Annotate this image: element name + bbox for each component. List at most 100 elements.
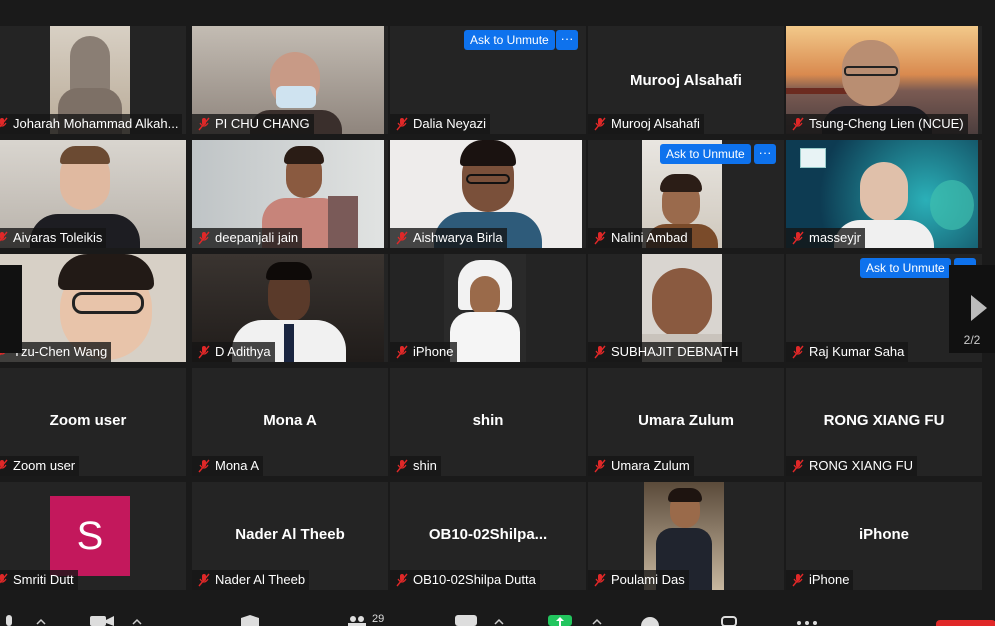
security-shield-icon[interactable] [240, 615, 260, 626]
participant-name: SUBHAJIT DEBNATH [611, 344, 739, 359]
muted-mic-icon [396, 345, 408, 359]
muted-mic-icon [396, 459, 408, 473]
muted-mic-icon [792, 231, 804, 245]
participant-nameplate: Nader Al Theeb [192, 570, 310, 590]
participant-name: PI CHU CHANG [215, 116, 310, 131]
participant-nameplate: PI CHU CHANG [192, 114, 314, 134]
participant-tile[interactable]: iPhone iPhone [786, 482, 982, 590]
participant-name: Mona A [215, 458, 260, 473]
participant-nameplate: iPhone [786, 570, 854, 590]
participant-nameplate: Poulami Das [588, 570, 689, 590]
muted-mic-icon [792, 573, 804, 587]
participant-nameplate: Umara Zulum [588, 456, 694, 476]
ask-to-unmute-button[interactable]: Ask to Unmute [860, 258, 951, 278]
more-options-button[interactable]: ··· [556, 30, 578, 50]
participant-tile[interactable]: Joharah Mohammad Alkah... [0, 26, 186, 134]
previous-page-button[interactable] [0, 265, 22, 353]
participant-name: Raj Kumar Saha [809, 344, 905, 359]
participant-tile[interactable]: RONG XIANG FU RONG XIANG FU [786, 368, 982, 476]
ask-to-unmute-button[interactable]: Ask to Unmute [660, 144, 751, 164]
more-icon[interactable] [796, 615, 818, 626]
chevron-up-icon[interactable] [494, 615, 504, 626]
participant-display-name: Zoom user [49, 412, 127, 429]
participant-nameplate: Aivaras Toleikis [0, 228, 107, 248]
participant-tile[interactable]: Zoom user Zoom user [0, 368, 186, 476]
participant-tile[interactable]: iPhone [390, 254, 586, 362]
muted-mic-icon [396, 573, 408, 587]
video-camera-icon[interactable] [90, 615, 114, 626]
participant-tile[interactable]: OB10-02Shilpa... OB10-02Shilpa Dutta [390, 482, 586, 590]
participant-tile[interactable]: Nader Al Theeb Nader Al Theeb [192, 482, 388, 590]
participant-display-name: shin [472, 412, 504, 429]
participant-tile[interactable]: Tzu-Chen Wang [0, 254, 186, 362]
muted-mic-icon [594, 117, 606, 131]
participant-tile[interactable]: D Adithya [192, 254, 388, 362]
participant-nameplate: masseyjr [786, 228, 866, 248]
chevron-up-icon[interactable] [592, 615, 602, 626]
participant-display-name: Mona A [263, 412, 317, 429]
participant-tile[interactable]: Poulami Das [588, 482, 784, 590]
participant-nameplate: Murooj Alsahafi [588, 114, 704, 134]
end-meeting-button[interactable] [936, 620, 995, 626]
participant-name: iPhone [809, 572, 850, 587]
participant-tile[interactable]: Umara Zulum Umara Zulum [588, 368, 784, 476]
participant-name: Smriti Dutt [13, 572, 74, 587]
participant-nameplate: Zoom user [0, 456, 80, 476]
muted-mic-icon [0, 573, 8, 584]
muted-mic-icon [198, 573, 210, 587]
participant-name: D Adithya [215, 344, 271, 359]
muted-mic-icon [396, 231, 408, 245]
reactions-icon[interactable] [640, 615, 662, 626]
muted-mic-icon [792, 117, 804, 131]
participant-tile[interactable]: S Smriti Dutt [0, 482, 186, 590]
chevron-up-icon[interactable] [132, 615, 142, 626]
muted-mic-icon [594, 573, 606, 587]
participant-nameplate: OB10-02Shilpa Dutta [390, 570, 540, 590]
participant-name: Dalia Neyazi [413, 116, 486, 131]
participant-tile[interactable]: Aishwarya Birla [390, 140, 586, 248]
participant-tile[interactable]: Ask to Unmute ··· Dalia Neyazi [390, 26, 586, 134]
participant-tile[interactable]: masseyjr [786, 140, 982, 248]
participant-nameplate: RONG XIANG FU [786, 456, 918, 476]
participant-name: Aivaras Toleikis [13, 230, 103, 245]
muted-mic-icon [198, 231, 210, 245]
participant-name: Nalini Ambad [611, 230, 688, 245]
ask-to-unmute-button[interactable]: Ask to Unmute [464, 30, 555, 50]
apps-icon[interactable] [720, 615, 740, 626]
participant-tile[interactable]: Ask to Unmute ··· Nalini Ambad [588, 140, 784, 248]
participant-name: Murooj Alsahafi [611, 116, 700, 131]
participant-name: Umara Zulum [611, 458, 690, 473]
participant-display-name: RONG XIANG FU [823, 412, 945, 429]
participant-name: iPhone [413, 344, 454, 359]
participant-name: Tsung-Cheng Lien (NCUE) [809, 116, 964, 131]
participant-tile[interactable]: Murooj Alsahafi Murooj Alsahafi [588, 26, 784, 134]
participant-tile[interactable]: Aivaras Toleikis [0, 140, 186, 248]
participant-nameplate: shin [390, 456, 441, 476]
participant-nameplate: Joharah Mohammad Alkah... [0, 114, 183, 134]
share-screen-icon[interactable] [548, 615, 572, 626]
chevron-up-icon[interactable] [36, 615, 46, 626]
muted-mic-icon [594, 231, 606, 245]
participant-tile[interactable]: shin shin [390, 368, 586, 476]
participant-tile[interactable]: deepanjali jain [192, 140, 388, 248]
participant-nameplate: Nalini Ambad [588, 228, 692, 248]
participant-nameplate: Smriti Dutt [0, 570, 78, 590]
muted-mic-icon [792, 345, 804, 359]
participant-name: Aishwarya Birla [413, 230, 503, 245]
microphone-icon[interactable] [2, 615, 16, 626]
participant-nameplate: Tsung-Cheng Lien (NCUE) [786, 114, 968, 134]
avatar: S [50, 496, 130, 576]
chat-icon[interactable] [455, 615, 477, 626]
participant-tile[interactable]: Tsung-Cheng Lien (NCUE) [786, 26, 982, 134]
participant-name: masseyjr [809, 230, 862, 245]
muted-mic-icon [396, 117, 408, 131]
participant-tile[interactable]: PI CHU CHANG [192, 26, 388, 134]
participant-display-name: Murooj Alsahafi [630, 72, 742, 89]
more-options-button[interactable]: ··· [754, 144, 776, 164]
participant-name: shin [413, 458, 437, 473]
next-page-button[interactable]: 2/2 [949, 265, 995, 353]
participant-tile[interactable]: SUBHAJIT DEBNATH [588, 254, 784, 362]
participants-icon[interactable] [346, 615, 368, 626]
participant-nameplate: Mona A [192, 456, 264, 476]
participant-tile[interactable]: Mona A Mona A [192, 368, 388, 476]
